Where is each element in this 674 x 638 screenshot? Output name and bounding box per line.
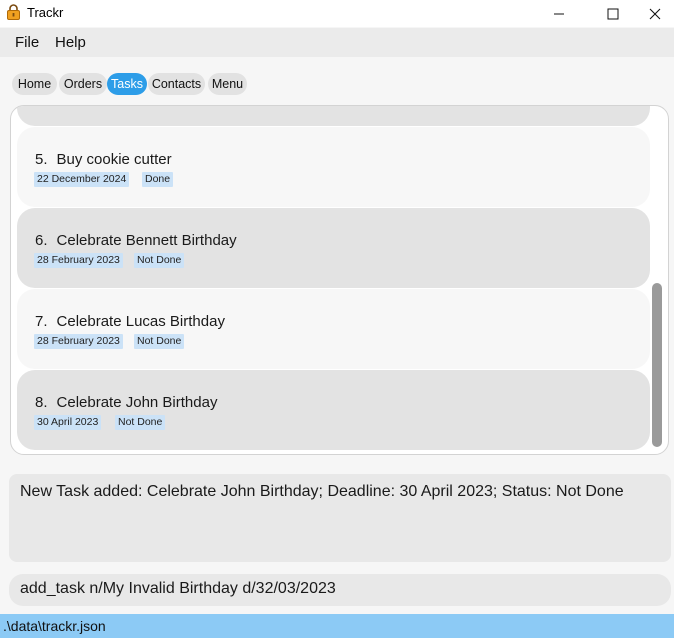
status-tag: Done — [142, 172, 174, 187]
deadline-tag: 28 February 2023 — [34, 253, 123, 268]
task-title: 6. Celebrate Bennett Birthday — [35, 232, 237, 249]
deadline-tag: 30 April 2023 — [34, 415, 102, 430]
status-tag: Not Done — [115, 415, 166, 430]
lock-icon — [7, 4, 20, 20]
task-card[interactable]: 7. Celebrate Lucas Birthday 28 February 2… — [17, 289, 650, 369]
window-title: Trackr — [27, 5, 64, 20]
status-tag: Not Done — [134, 253, 185, 268]
command-box[interactable]: add_task n/My Invalid Birthday d/32/03/2… — [9, 574, 671, 606]
task-card-partial[interactable] — [17, 106, 650, 126]
result-text: New Task added: Celebrate John Birthday;… — [20, 483, 624, 500]
maximize-icon — [607, 8, 619, 19]
close-button[interactable] — [636, 0, 674, 27]
deadline-tag: 22 December 2024 — [34, 172, 130, 187]
deadline-tag: 28 February 2023 — [34, 334, 123, 349]
task-card[interactable]: 5. Buy cookie cutter 22 December 2024 Don… — [17, 127, 650, 207]
tab-home[interactable]: Home — [12, 73, 57, 95]
save-file-path: .\data\trackr.json — [3, 618, 106, 634]
minimize-button[interactable] — [536, 0, 582, 27]
minimize-icon — [554, 13, 564, 14]
tab-contacts[interactable]: Contacts — [148, 73, 205, 95]
task-card[interactable]: 8. Celebrate John Birthday 30 April 2023 … — [17, 370, 650, 450]
result-display: New Task added: Celebrate John Birthday;… — [9, 474, 671, 562]
tab-tasks[interactable]: Tasks — [107, 73, 147, 95]
menu-file[interactable]: File — [15, 34, 39, 51]
task-title: 8. Celebrate John Birthday — [35, 394, 218, 411]
menu-help[interactable]: Help — [55, 34, 86, 51]
command-input[interactable]: add_task n/My Invalid Birthday d/32/03/2… — [20, 580, 336, 598]
task-list[interactable]: 5. Buy cookie cutter 22 December 2024 Don… — [10, 105, 669, 455]
status-tag: Not Done — [134, 334, 185, 349]
tab-menu[interactable]: Menu — [208, 73, 247, 95]
close-icon — [649, 8, 661, 19]
task-title: 7. Celebrate Lucas Birthday — [35, 313, 225, 330]
task-card[interactable]: 6. Celebrate Bennett Birthday 28 February… — [17, 208, 650, 288]
scrollbar-thumb[interactable] — [652, 283, 662, 447]
title-bar: Trackr — [0, 0, 674, 27]
menu-bar: File Help — [0, 28, 674, 57]
status-bar: .\data\trackr.json — [0, 614, 674, 638]
task-title: 5. Buy cookie cutter — [35, 151, 172, 168]
tab-orders[interactable]: Orders — [59, 73, 107, 95]
maximize-button[interactable] — [590, 0, 636, 27]
